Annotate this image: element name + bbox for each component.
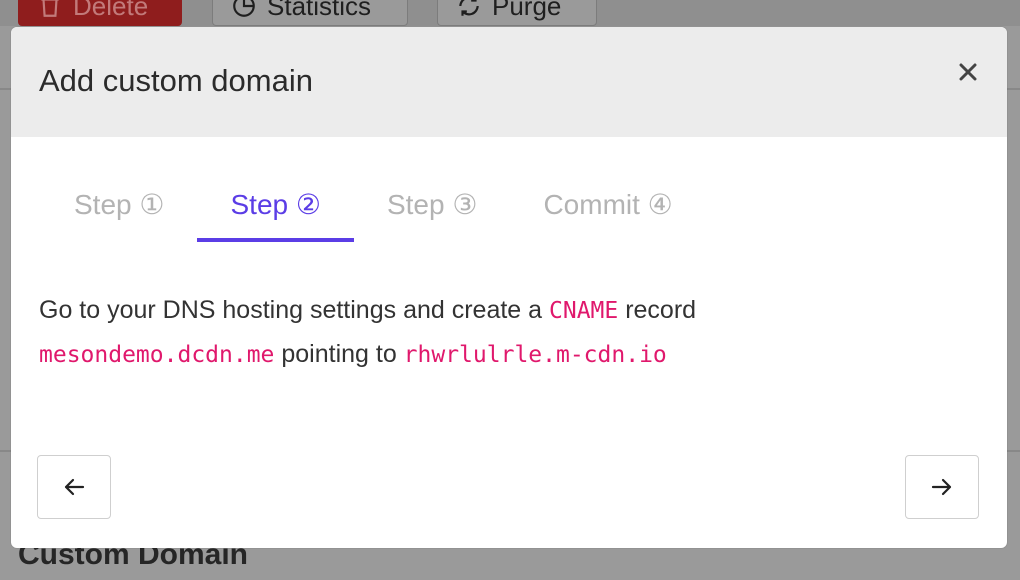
arrow-right-icon	[931, 478, 952, 496]
tab-commit-4[interactable]: Commit ④	[510, 180, 705, 240]
record-type: CNAME	[549, 298, 619, 324]
purge-label: Purge	[492, 0, 562, 21]
tab-label: Step ③	[386, 189, 478, 220]
tab-label: Step ①	[74, 189, 165, 220]
next-step-button[interactable]	[905, 455, 979, 519]
delete-label: Delete	[73, 0, 149, 21]
trash-icon	[41, 0, 59, 17]
close-icon	[959, 63, 977, 81]
tab-label: Commit ④	[543, 189, 673, 220]
arrow-left-icon	[64, 478, 85, 496]
step-instructions: Go to your DNS hosting settings and crea…	[39, 289, 939, 377]
modal-title: Add custom domain	[39, 63, 313, 98]
pie-chart-icon	[233, 0, 255, 17]
previous-step-button[interactable]	[37, 455, 111, 519]
instruction-text: Go to your DNS hosting settings and crea…	[39, 296, 549, 324]
step-tabs: Step ① Step ② Step ③ Commit ④	[41, 180, 706, 242]
instruction-text: pointing to	[274, 340, 404, 368]
tab-step-3[interactable]: Step ③	[354, 180, 510, 240]
purge-button: Purge	[437, 0, 597, 26]
statistics-label: Statistics	[267, 0, 372, 21]
tab-step-1[interactable]: Step ①	[41, 180, 197, 240]
add-domain-modal: Add custom domain Step ① Step ② Step ③ C…	[11, 27, 1007, 548]
modal-header: Add custom domain	[11, 27, 1007, 137]
domain-name: mesondemo.dcdn.me	[39, 342, 275, 368]
background-toolbar: Delete Statistics Purge	[0, 0, 1020, 26]
statistics-button: Statistics	[212, 0, 408, 26]
cname-target: rhwrlulrle.m-cdn.io	[403, 342, 667, 368]
delete-button: Delete	[18, 0, 182, 26]
close-button[interactable]	[957, 61, 979, 83]
tab-step-2[interactable]: Step ②	[197, 180, 355, 242]
refresh-icon	[459, 0, 479, 16]
tab-label: Step ②	[230, 189, 321, 220]
instruction-text: record	[618, 296, 697, 324]
